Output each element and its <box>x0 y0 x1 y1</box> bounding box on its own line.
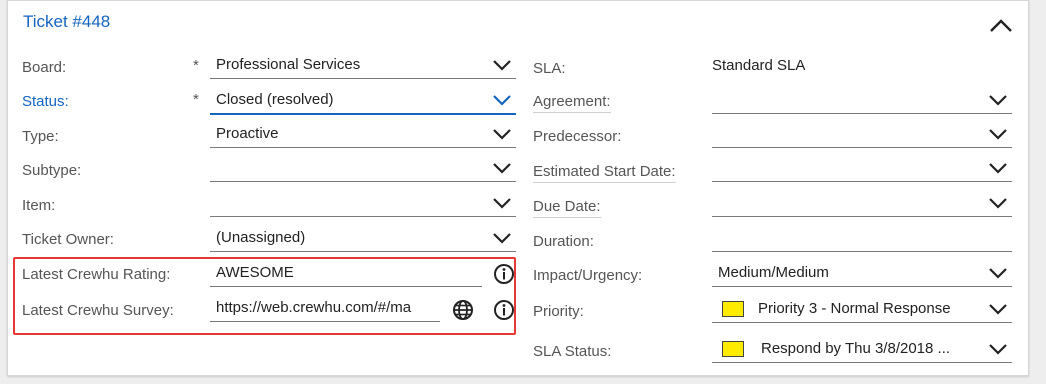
priority-label: Priority: <box>533 303 584 320</box>
impact-urgency-select[interactable]: Medium/Medium <box>712 263 1012 287</box>
subtype-select[interactable] <box>210 158 516 182</box>
duration-label: Duration: <box>533 233 594 250</box>
chevron-up-icon <box>990 19 1012 32</box>
subtype-label: Subtype: <box>22 162 82 179</box>
chevron-down-icon <box>493 198 511 209</box>
duration-field[interactable] <box>712 228 1012 252</box>
impact-urgency-label: Impact/Urgency: <box>533 267 643 284</box>
board-select[interactable]: Professional Services <box>210 55 516 79</box>
estimated-start-date-label: Estimated Start Date: <box>533 163 676 183</box>
globe-icon[interactable] <box>452 299 474 321</box>
ticket-title: Ticket #448 <box>23 12 111 31</box>
chevron-down-icon <box>493 129 511 140</box>
type-label: Type: <box>22 128 59 145</box>
due-date-select[interactable] <box>712 193 1012 217</box>
chevron-down-icon <box>493 163 511 174</box>
item-select[interactable] <box>210 193 516 217</box>
crewhu-survey-label: Latest Crewhu Survey: <box>22 302 174 319</box>
chevron-down-icon <box>989 344 1007 355</box>
chevron-down-icon <box>493 95 511 106</box>
agreement-label: Agreement: <box>533 93 611 113</box>
sla-status-value: Respond by Thu 3/8/2018 ... <box>761 340 951 357</box>
crewhu-rating-field[interactable]: AWESOME <box>210 263 482 287</box>
chevron-down-icon <box>989 268 1007 279</box>
board-value: Professional Services <box>216 56 361 73</box>
ticket-owner-value: (Unassigned) <box>216 229 306 246</box>
type-value: Proactive <box>216 125 279 142</box>
status-label: Status: <box>22 93 69 110</box>
chevron-down-icon <box>493 60 511 71</box>
crewhu-rating-value: AWESOME <box>216 264 294 281</box>
status-select[interactable]: Closed (resolved) <box>210 90 516 115</box>
status-value: Closed (resolved) <box>216 91 334 108</box>
item-label: Item: <box>22 197 56 214</box>
sla-status-select[interactable]: Respond by Thu 3/8/2018 ... <box>712 339 1012 363</box>
crewhu-survey-value: https://web.crewhu.com/#/ma <box>216 299 412 316</box>
predecessor-label: Predecessor: <box>533 128 622 145</box>
priority-select[interactable]: Priority 3 - Normal Response <box>712 299 1012 323</box>
priority-color-swatch <box>722 301 744 317</box>
chevron-down-icon <box>989 163 1007 174</box>
chevron-down-icon <box>989 198 1007 209</box>
sla-status-color-swatch <box>722 341 744 357</box>
collapse-button[interactable] <box>986 14 1016 38</box>
estimated-start-date-select[interactable] <box>712 158 1012 182</box>
board-required-marker: * <box>193 57 199 74</box>
chevron-down-icon <box>989 129 1007 140</box>
sla-value: Standard SLA <box>712 57 806 74</box>
chevron-down-icon <box>493 233 511 244</box>
info-icon[interactable] <box>493 263 515 285</box>
crewhu-survey-field[interactable]: https://web.crewhu.com/#/ma <box>210 298 440 322</box>
ticket-owner-label: Ticket Owner: <box>22 231 114 248</box>
chevron-down-icon <box>989 95 1007 106</box>
sla-label: SLA: <box>533 60 566 77</box>
status-required-marker: * <box>193 91 199 108</box>
board-label: Board: <box>22 59 67 76</box>
agreement-select[interactable] <box>712 90 1012 114</box>
chevron-down-icon <box>989 304 1007 315</box>
ticket-owner-select[interactable]: (Unassigned) <box>210 228 516 252</box>
impact-urgency-value: Medium/Medium <box>718 264 829 281</box>
priority-value: Priority 3 - Normal Response <box>758 300 951 317</box>
info-icon[interactable] <box>493 299 515 321</box>
due-date-label: Due Date: <box>533 198 601 218</box>
type-select[interactable]: Proactive <box>210 124 516 148</box>
predecessor-select[interactable] <box>712 124 1012 148</box>
crewhu-rating-label: Latest Crewhu Rating: <box>22 266 171 283</box>
sla-status-label: SLA Status: <box>533 343 612 360</box>
